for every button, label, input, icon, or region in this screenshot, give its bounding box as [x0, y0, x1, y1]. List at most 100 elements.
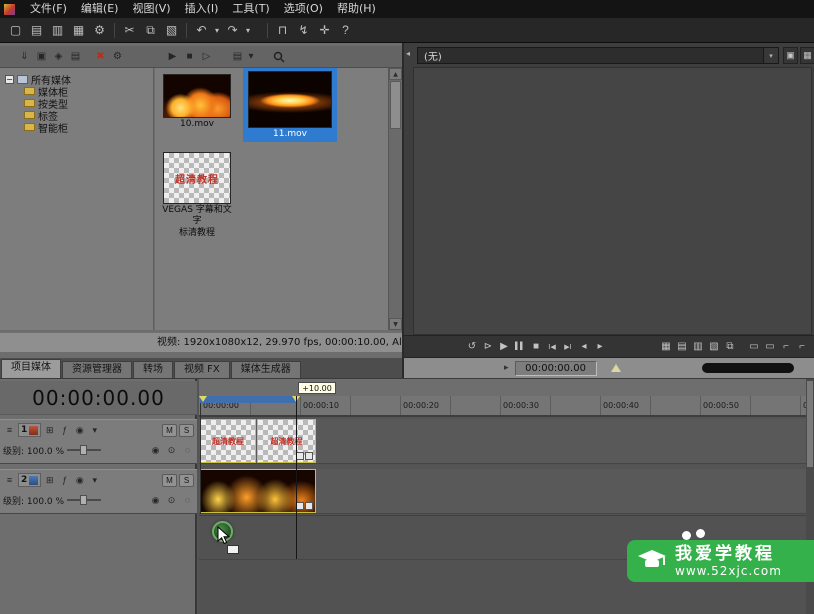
- search-icon[interactable]: [270, 48, 287, 65]
- preview-quality-button[interactable]: ▣: [783, 47, 798, 64]
- go-to-end-button[interactable]: ▶Ⅰ: [560, 337, 576, 356]
- menu-item-tools[interactable]: 工具(T): [225, 0, 276, 18]
- chevron-down-icon[interactable]: ▾: [88, 474, 101, 487]
- level-slider[interactable]: [67, 445, 101, 455]
- tree-item-media-bins[interactable]: 媒体柜: [0, 85, 153, 97]
- tab-project-media[interactable]: 项目媒体: [1, 359, 61, 378]
- marker-bar[interactable]: [199, 379, 806, 396]
- parent-composite-icon[interactable]: ⊙: [165, 494, 178, 507]
- menu-item-options[interactable]: 选项(O): [277, 0, 330, 18]
- cursor-position-display[interactable]: 00:00:00.00: [0, 381, 197, 415]
- video-preview-quality-button[interactable]: ▤: [674, 337, 690, 356]
- scrollbar-thumb[interactable]: [807, 381, 813, 467]
- scrollbar-thumb[interactable]: [390, 81, 401, 129]
- tree-item-by-type[interactable]: 按类型: [0, 97, 153, 109]
- preferences-button[interactable]: ⚙: [89, 20, 110, 40]
- menu-item-file[interactable]: 文件(F): [23, 0, 74, 18]
- edit-cursor-line[interactable]: [296, 396, 297, 559]
- tab-media-generators[interactable]: 媒体生成器: [231, 361, 301, 378]
- track-fx-button[interactable]: ƒ: [58, 424, 71, 437]
- lock-envelopes-button[interactable]: ✛: [314, 20, 335, 40]
- track-header-2[interactable]: ≡ 2 ⊞ ƒ ◉ ▾ M S 级别: 100.0 % ◉ ⊙ ◌: [0, 469, 197, 514]
- automation-settings-button[interactable]: ◉: [73, 474, 86, 487]
- undo-dropdown-icon[interactable]: ▾: [212, 20, 222, 40]
- open-project-button[interactable]: ▤: [26, 20, 47, 40]
- timeline-clip-fire[interactable]: [200, 469, 316, 513]
- loop-playback-button[interactable]: ↺: [464, 337, 480, 356]
- play-button[interactable]: ▶: [496, 337, 512, 356]
- views-dropdown-icon[interactable]: ▾: [246, 48, 256, 65]
- auto-ripple-button[interactable]: ↯: [293, 20, 314, 40]
- tree-item-all-media[interactable]: − 所有媒体: [0, 73, 153, 85]
- media-item-11mov[interactable]: 11.mov: [243, 68, 337, 142]
- project-properties-button[interactable]: ▦: [68, 20, 89, 40]
- menu-item-insert[interactable]: 插入(I): [178, 0, 226, 18]
- capture-video-button[interactable]: ▣: [33, 48, 50, 65]
- chevron-down-icon[interactable]: ▾: [763, 48, 778, 63]
- media-vertical-scrollbar[interactable]: ▲ ▼: [388, 68, 402, 330]
- automation-settings-button[interactable]: ◉: [73, 424, 86, 437]
- enable-snapping-button[interactable]: ⊓: [272, 20, 293, 40]
- composite-mode-icon[interactable]: ◉: [149, 444, 162, 457]
- pause-button[interactable]: ▌▌: [512, 337, 528, 356]
- tree-item-smart-bins[interactable]: 智能柜: [0, 121, 153, 133]
- make-child-icon[interactable]: ◌: [181, 494, 194, 507]
- audio-meter[interactable]: [702, 363, 794, 373]
- media-preview-stop-button[interactable]: ■: [181, 48, 198, 65]
- track-fx-button[interactable]: ƒ: [58, 474, 71, 487]
- preview-timecode[interactable]: 00:00:00.00: [515, 361, 597, 376]
- track-menu-icon[interactable]: ≡: [3, 474, 16, 487]
- composite-mode-icon[interactable]: ◉: [149, 494, 162, 507]
- collapse-expander-icon[interactable]: −: [5, 75, 14, 84]
- copy-snapshot-button[interactable]: ⧉: [722, 337, 738, 356]
- scroll-down-icon[interactable]: ▼: [389, 318, 402, 330]
- previous-frame-button[interactable]: ◂: [576, 337, 592, 356]
- tab-explorer[interactable]: 资源管理器: [62, 361, 132, 378]
- external-monitor-1-button[interactable]: ▭: [762, 337, 778, 356]
- track-motion-button[interactable]: ⊞: [43, 474, 56, 487]
- tab-transitions[interactable]: 转场: [133, 361, 173, 378]
- track-motion-button[interactable]: ⊞: [43, 424, 56, 437]
- scroll-up-icon[interactable]: ▲: [389, 68, 402, 80]
- import-media-button[interactable]: ⇓: [16, 48, 33, 65]
- split-screen-view-button[interactable]: ▦: [658, 337, 674, 356]
- parent-composite-icon[interactable]: ⊙: [165, 444, 178, 457]
- tree-item-tags[interactable]: 标签: [0, 109, 153, 121]
- stop-button[interactable]: ■: [528, 337, 544, 356]
- copy-button[interactable]: ⧉: [140, 20, 161, 40]
- redo-dropdown-icon[interactable]: ▾: [243, 20, 253, 40]
- menu-item-view[interactable]: 视图(V): [125, 0, 177, 18]
- menu-item-help[interactable]: 帮助(H): [330, 0, 383, 18]
- mute-button[interactable]: M: [162, 424, 177, 437]
- external-monitor-2-button[interactable]: ⌐: [778, 337, 794, 356]
- menu-item-edit[interactable]: 编辑(E): [74, 0, 126, 18]
- views-button[interactable]: ▤: [229, 48, 246, 65]
- mute-button[interactable]: M: [162, 474, 177, 487]
- paste-button[interactable]: ▧: [161, 20, 182, 40]
- new-project-button[interactable]: ▢: [5, 20, 26, 40]
- track-menu-icon[interactable]: ≡: [3, 424, 16, 437]
- timeline-clip-text-2[interactable]: 超清教程: [257, 419, 316, 463]
- loop-start-marker[interactable]: [199, 396, 207, 402]
- solo-button[interactable]: S: [179, 474, 194, 487]
- loop-region-bar[interactable]: [200, 396, 296, 403]
- undo-button[interactable]: ↶: [191, 20, 212, 40]
- level-slider[interactable]: [67, 495, 101, 505]
- clip-fx-icons[interactable]: [296, 452, 313, 460]
- make-child-icon[interactable]: ◌: [181, 444, 194, 457]
- timeline-clip-text-1[interactable]: 超清教程: [200, 419, 256, 463]
- whats-this-help-button[interactable]: ?: [335, 20, 356, 40]
- media-item-title-clip[interactable]: 超清教程 VEGAS 字幕和文字 标清教程: [159, 152, 235, 239]
- play-from-start-button[interactable]: ⊳: [480, 337, 496, 356]
- tab-video-fx[interactable]: 视频 FX: [174, 361, 230, 378]
- fx-preset-dropdown[interactable]: (无) ▾: [417, 47, 779, 64]
- panel-collapse-icon[interactable]: ◂: [406, 49, 410, 58]
- media-item-10mov[interactable]: 10.mov: [159, 74, 235, 130]
- safe-areas-button[interactable]: ▧: [706, 337, 722, 356]
- next-frame-button[interactable]: ▸: [592, 337, 608, 356]
- clip-fx-icons[interactable]: [296, 502, 313, 510]
- media-preview-play-button[interactable]: ▶: [164, 48, 181, 65]
- save-project-button[interactable]: ▥: [47, 20, 68, 40]
- chevron-down-icon[interactable]: ▾: [88, 424, 101, 437]
- external-monitor-button[interactable]: ▦: [800, 47, 814, 64]
